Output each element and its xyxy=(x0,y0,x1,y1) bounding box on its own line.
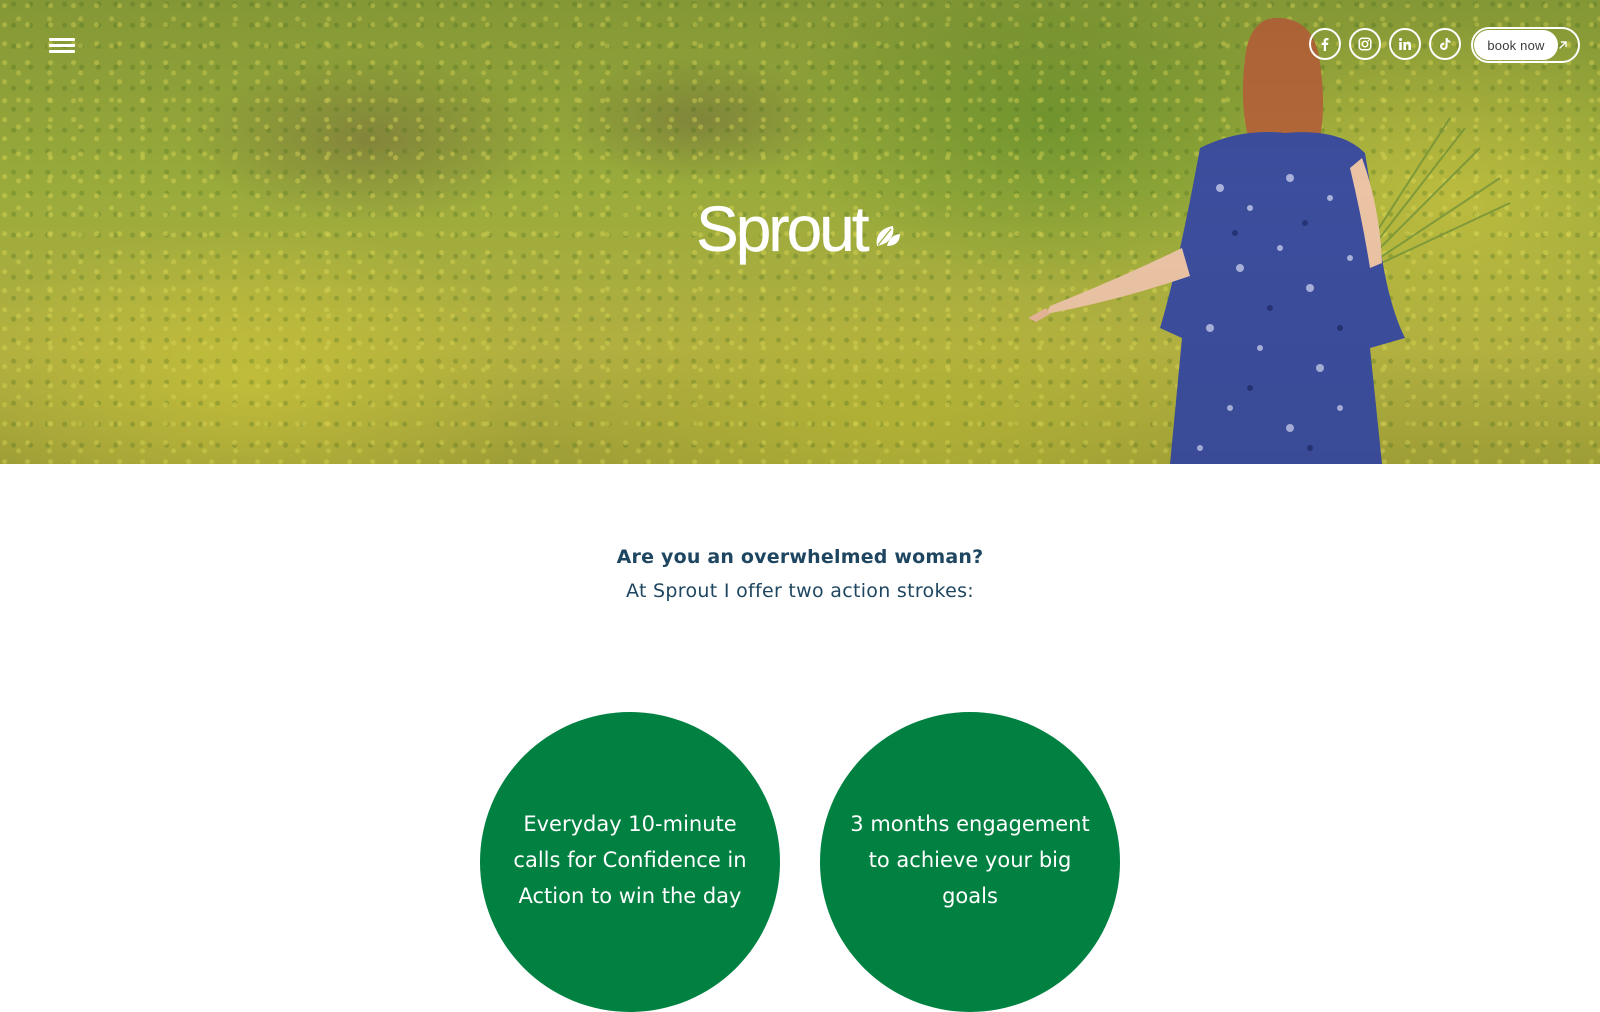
sprout-logo[interactable]: Sprout xyxy=(690,190,910,270)
intro-section: Are you an overwhelmed woman? At Sprout … xyxy=(0,540,1600,608)
logo-wordmark: Sprout xyxy=(696,193,870,265)
instagram-link[interactable] xyxy=(1349,28,1381,60)
menu-bar-top xyxy=(49,38,75,41)
linkedin-link[interactable] xyxy=(1389,28,1421,60)
book-now-button[interactable]: book now xyxy=(1471,27,1580,63)
facebook-link[interactable] xyxy=(1309,28,1341,60)
tiktok-icon xyxy=(1440,38,1451,50)
offer-text: 3 months engagement to achieve your big … xyxy=(850,812,1090,908)
leaf-icon xyxy=(876,226,900,246)
arrow-up-right-icon xyxy=(1559,41,1567,49)
offer-circle-three-months[interactable]: 3 months engagement to achieve your big … xyxy=(820,712,1120,1012)
tiktok-link[interactable] xyxy=(1429,28,1461,60)
menu-bar-middle xyxy=(49,44,75,47)
offer-text: Everyday 10-minute calls for Confidence … xyxy=(513,812,747,908)
intro-subtitle: At Sprout I offer two action strokes: xyxy=(626,580,974,602)
menu-bar-bottom xyxy=(49,50,75,53)
instagram-icon xyxy=(1358,37,1372,51)
book-now-label: book now xyxy=(1474,30,1558,60)
hero-banner: book now Sprout xyxy=(0,0,1600,464)
facebook-icon xyxy=(1321,38,1329,51)
hamburger-menu-icon[interactable] xyxy=(46,34,78,58)
offer-circle-daily-calls[interactable]: Everyday 10-minute calls for Confidence … xyxy=(480,712,780,1012)
linkedin-icon xyxy=(1399,38,1411,50)
intro-question: Are you an overwhelmed woman? xyxy=(616,546,984,568)
social-links xyxy=(1309,28,1461,60)
